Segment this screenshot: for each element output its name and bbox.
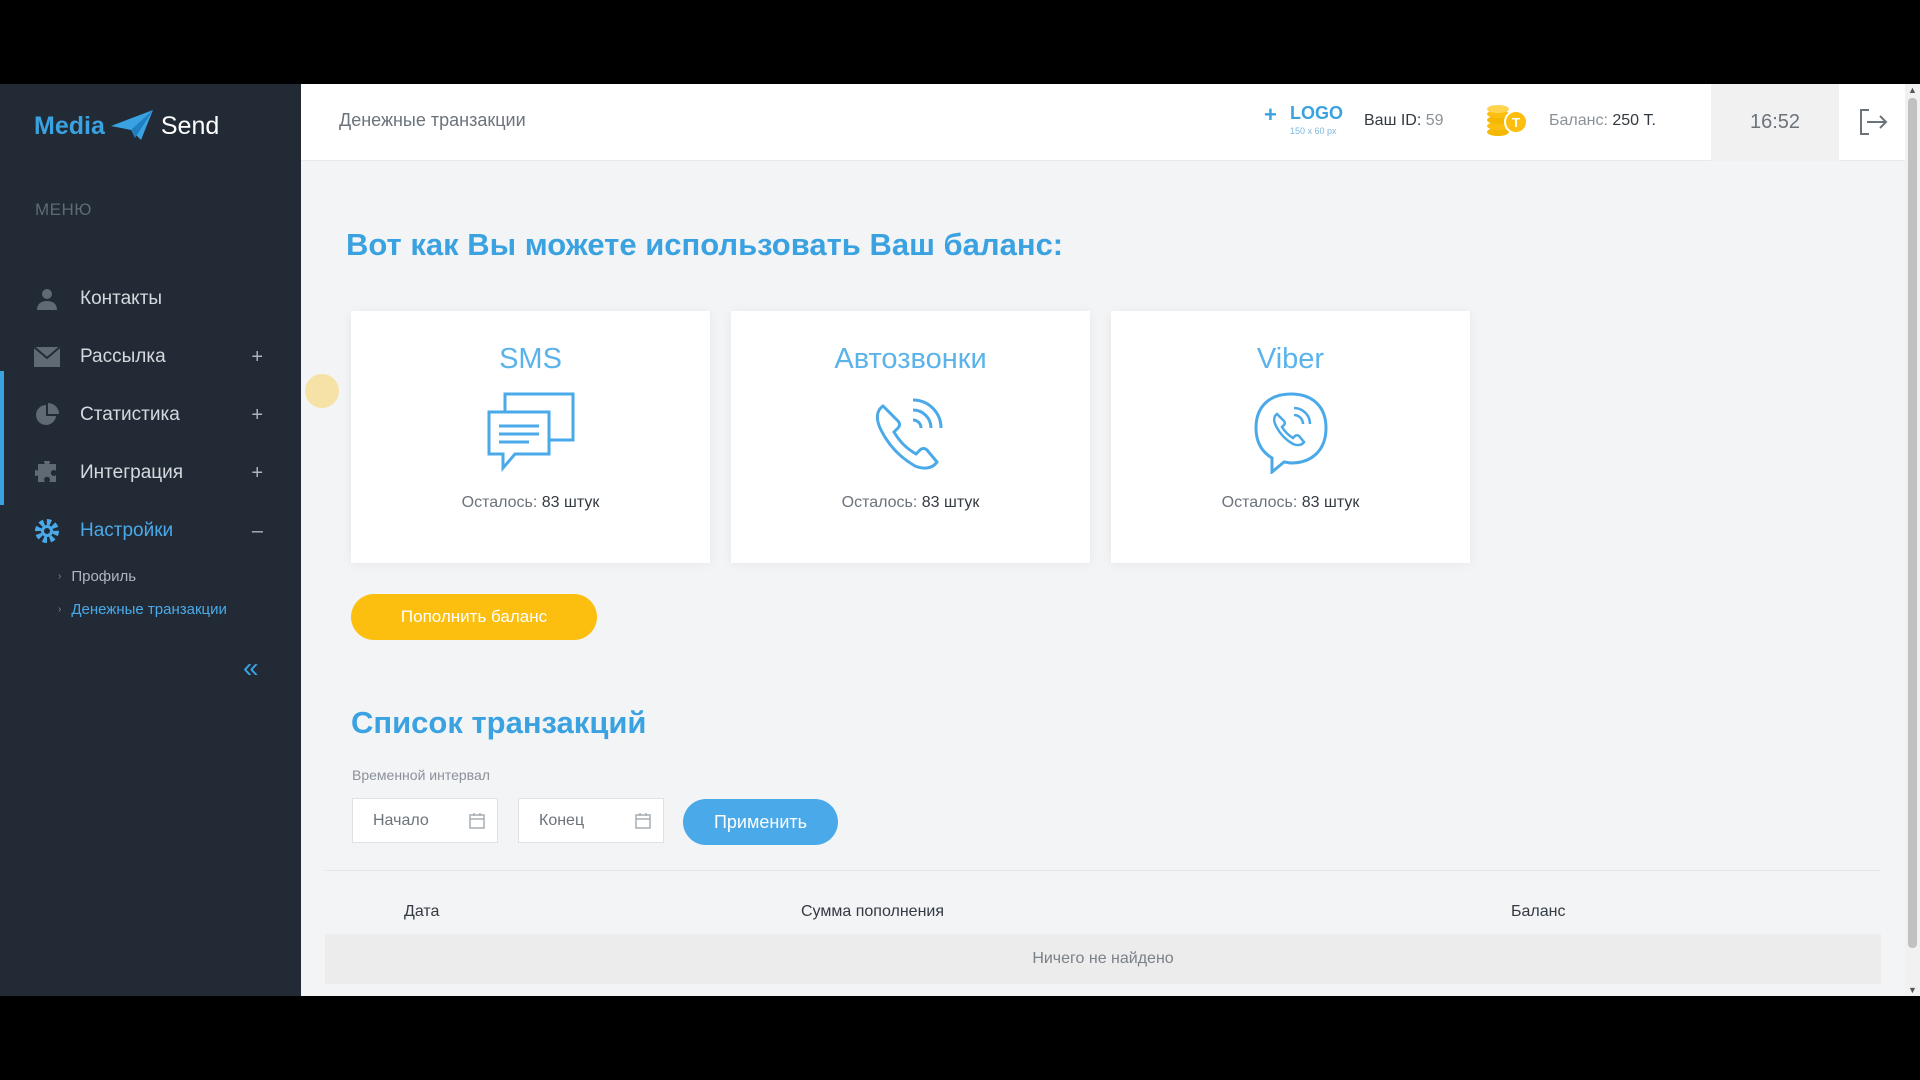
card-remaining: Осталось: 83 штук <box>842 494 980 512</box>
service-cards: SMS Осталось: 83 штук Автозвонки Осталос… <box>351 311 1470 563</box>
expand-icon[interactable]: + <box>251 404 263 427</box>
gear-icon <box>34 518 60 544</box>
sidebar-nav: Контакты Рассылка + Статистика + Интегра… <box>0 270 301 626</box>
card-title: SMS <box>499 343 562 375</box>
remaining-value: 83 штук <box>1301 494 1360 511</box>
calendar-icon[interactable] <box>469 812 485 834</box>
sidebar-item-label: Настройки <box>80 520 174 541</box>
logout-icon <box>1860 109 1888 135</box>
calendar-icon[interactable] <box>635 812 651 834</box>
card-title: Viber <box>1256 343 1325 375</box>
column-header-balance[interactable]: Баланс <box>1511 903 1565 921</box>
scroll-down-arrow-icon[interactable]: ▼ <box>1908 985 1917 995</box>
sidebar-subitem-transactions[interactable]: › Денежные транзакции <box>58 593 301 626</box>
menu-caption: МЕНЮ <box>35 200 92 219</box>
scroll-up-arrow-icon[interactable]: ▲ <box>1908 85 1917 95</box>
viber-icon <box>1252 388 1330 476</box>
remaining-value: 83 штук <box>541 494 600 511</box>
user-id-label: Ваш ID: <box>1364 112 1422 129</box>
end-date-placeholder: Конец <box>539 811 585 829</box>
service-card-sms[interactable]: SMS Осталось: 83 штук <box>351 311 710 563</box>
clock: 16:52 <box>1711 84 1839 161</box>
divider <box>325 870 1881 871</box>
card-title: Автозвонки <box>834 343 987 375</box>
sidebar-item-settings[interactable]: Настройки – <box>0 502 301 560</box>
time-interval-label: Временной интервал <box>352 767 490 783</box>
user-id: Ваш ID: 59 <box>1364 112 1444 130</box>
chat-bubbles-icon <box>485 388 577 476</box>
service-card-autocalls[interactable]: Автозвонки Осталось: 83 штук <box>731 311 1090 563</box>
sidebar-item-label: Рассылка <box>80 346 166 367</box>
logo-size-hint: 150 x 60 px <box>1290 126 1337 136</box>
topup-balance-button[interactable]: Пополнить баланс <box>351 594 597 640</box>
remaining-label: Осталось: <box>841 494 918 511</box>
scrollbar[interactable]: ▲ ▼ <box>1905 84 1920 996</box>
svg-text:T: T <box>1512 115 1520 130</box>
sidebar-item-label: Статистика <box>80 404 180 425</box>
app-window: Media Send МЕНЮ Контакты Рассылка + Стат… <box>0 84 1920 996</box>
bullet-icon: › <box>58 571 62 582</box>
balance-usage-heading: Вот как Вы можете использовать Ваш балан… <box>346 227 1064 262</box>
sidebar: Media Send МЕНЮ Контакты Рассылка + Стат… <box>0 84 301 996</box>
column-header-amount[interactable]: Сумма пополнения <box>801 903 944 921</box>
cursor-highlight <box>305 374 339 408</box>
card-remaining: Осталось: 83 штук <box>462 494 600 512</box>
start-date-placeholder: Начало <box>373 811 429 829</box>
service-card-viber[interactable]: Viber Осталось: 83 штук <box>1111 311 1470 563</box>
sidebar-subitem-label: Профиль <box>71 568 137 585</box>
sidebar-item-label: Интеграция <box>80 462 184 483</box>
remaining-label: Осталось: <box>461 494 538 511</box>
balance: Баланс: 250 Т. <box>1549 112 1656 130</box>
expand-icon[interactable]: + <box>251 346 263 369</box>
card-remaining: Осталось: 83 штук <box>1222 494 1360 512</box>
scrollbar-thumb[interactable] <box>1908 98 1917 948</box>
logo-placeholder[interactable]: + LOGO 150 x 60 px <box>1264 102 1354 142</box>
balance-value: 250 Т. <box>1612 112 1656 129</box>
envelope-icon <box>34 344 60 370</box>
user-icon <box>34 286 60 312</box>
start-date-field[interactable]: Начало <box>352 798 498 843</box>
add-icon: + <box>1264 102 1277 127</box>
brand-name-send: Send <box>160 111 220 140</box>
balance-label: Баланс: <box>1549 112 1608 129</box>
sidebar-item-integration[interactable]: Интеграция + <box>0 444 301 502</box>
end-date-field[interactable]: Конец <box>518 798 664 843</box>
logout-button[interactable] <box>1857 106 1889 138</box>
sidebar-subitem-profile[interactable]: › Профиль <box>58 560 301 593</box>
remaining-value: 83 штук <box>921 494 980 511</box>
sidebar-item-statistics[interactable]: Статистика + <box>0 386 301 444</box>
sidebar-item-mailing[interactable]: Рассылка + <box>0 328 301 386</box>
brand-logo[interactable]: Media Send <box>34 102 219 150</box>
remaining-label: Осталось: <box>1221 494 1298 511</box>
expand-icon[interactable]: + <box>251 462 263 485</box>
pie-chart-icon <box>34 402 60 428</box>
puzzle-icon <box>34 460 60 486</box>
brand-name-media: Media <box>34 111 105 140</box>
coins-icon: T <box>1485 104 1529 143</box>
page-title: Денежные транзакции <box>339 110 526 130</box>
phone-icon <box>869 388 953 476</box>
transactions-heading: Список транзакций <box>351 705 647 740</box>
topbar: Денежные транзакции + LOGO 150 x 60 px В… <box>301 84 1905 161</box>
user-id-value: 59 <box>1425 112 1444 129</box>
sidebar-item-contacts[interactable]: Контакты <box>0 270 301 328</box>
collapse-icon[interactable]: – <box>252 520 263 543</box>
column-header-date[interactable]: Дата <box>404 903 439 921</box>
logo-text: LOGO <box>1290 103 1343 123</box>
sidebar-item-label: Контакты <box>80 288 163 309</box>
empty-table-row: Ничего не найдено <box>325 934 1881 984</box>
apply-button[interactable]: Применить <box>683 799 838 845</box>
settings-submenu: › Профиль › Денежные транзакции <box>0 560 301 626</box>
bullet-icon: › <box>58 604 62 615</box>
paper-plane-icon <box>110 110 153 140</box>
collapse-sidebar-button[interactable]: « <box>243 652 259 684</box>
sidebar-subitem-label: Денежные транзакции <box>71 601 227 618</box>
main-content: Вот как Вы можете использовать Ваш балан… <box>301 161 1905 996</box>
